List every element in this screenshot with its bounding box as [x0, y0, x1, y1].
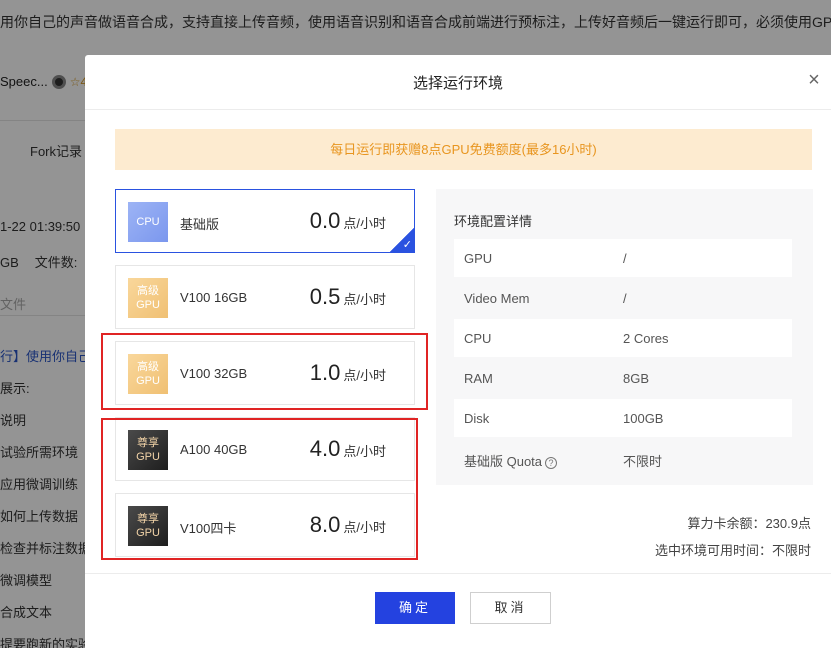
- env-price: 1.0 点/小时: [310, 360, 386, 386]
- dialog-header: 选择运行环境 ×: [85, 55, 831, 110]
- divider: [85, 573, 831, 574]
- price-unit: 点/小时: [343, 368, 386, 383]
- details-title: 环境配置详情: [454, 214, 533, 229]
- help-icon[interactable]: ?: [545, 457, 558, 469]
- price-unit: 点/小时: [343, 292, 386, 307]
- env-name: V100 16GB: [180, 290, 248, 305]
- env-price: 0.0 点/小时: [310, 208, 386, 234]
- env-price: 0.5 点/小时: [310, 284, 386, 310]
- confirm-button[interactable]: 确定: [375, 592, 455, 624]
- detail-row-disk: Disk 100GB: [454, 399, 792, 437]
- detail-row-video-mem: Video Mem /: [454, 279, 792, 317]
- env-name: 基础版: [180, 217, 220, 232]
- cpu-icon: CPU: [128, 202, 168, 242]
- cancel-button[interactable]: 取消: [470, 592, 551, 624]
- detail-row-gpu: GPU /: [454, 239, 792, 277]
- price-value: 1.0: [309, 360, 341, 385]
- env-option-basic[interactable]: CPU 基础版 0.0 点/小时 ✓: [115, 189, 415, 253]
- env-price: 8.0 点/小时: [310, 512, 386, 538]
- available-time: 选中环境可用时间：不限时: [654, 543, 811, 558]
- gpu-advanced-icon: 高级 GPU: [128, 278, 168, 318]
- env-option-v100-16gb[interactable]: 高级 GPU V100 16GB 0.5 点/小时: [115, 265, 415, 329]
- gpu-advanced-icon: 高级 GPU: [128, 354, 168, 394]
- env-name: V100 32GB: [180, 366, 248, 381]
- detail-row-ram: RAM 8GB: [454, 359, 792, 397]
- price-unit: 点/小时: [343, 216, 386, 231]
- free-quota-notice: 每日运行即获赠8点GPU免费额度(最多16小时): [115, 129, 812, 170]
- detail-row-cpu: CPU 2 Cores: [454, 319, 792, 357]
- price-value: 0.5: [309, 284, 341, 309]
- dialog-title: 选择运行环境: [412, 75, 503, 92]
- close-icon[interactable]: ×: [805, 70, 823, 90]
- run-environment-dialog: 选择运行环境 × 每日运行即获赠8点GPU免费额度(最多16小时) CPU 基础…: [85, 55, 831, 648]
- env-option-v100-quad[interactable]: 尊享 GPU V100四卡 8.0 点/小时: [115, 493, 415, 557]
- price-value: 8.0: [309, 512, 341, 537]
- env-option-v100-32gb[interactable]: 高级 GPU V100 32GB 1.0 点/小时: [115, 341, 415, 405]
- environment-details-panel: 环境配置详情 GPU / Video Mem / CPU 2 Cores RAM…: [436, 189, 813, 485]
- env-name: V100四卡: [180, 521, 237, 536]
- selected-check-icon: ✓: [390, 228, 414, 252]
- price-unit: 点/小时: [343, 444, 386, 459]
- env-option-a100-40gb[interactable]: 尊享 GPU A100 40GB 4.0 点/小时: [115, 417, 415, 481]
- detail-row-quota: 基础版 Quota? 不限时: [454, 439, 792, 477]
- gpu-premium-icon: 尊享 GPU: [128, 430, 168, 470]
- price-value: 0.0: [309, 208, 341, 233]
- env-price: 4.0 点/小时: [310, 436, 386, 462]
- env-name: A100 40GB: [180, 442, 248, 457]
- compute-card-balance: 算力卡余额：230.9点: [687, 516, 811, 531]
- price-value: 4.0: [309, 436, 341, 461]
- gpu-premium-icon: 尊享 GPU: [128, 506, 168, 546]
- price-unit: 点/小时: [343, 520, 386, 535]
